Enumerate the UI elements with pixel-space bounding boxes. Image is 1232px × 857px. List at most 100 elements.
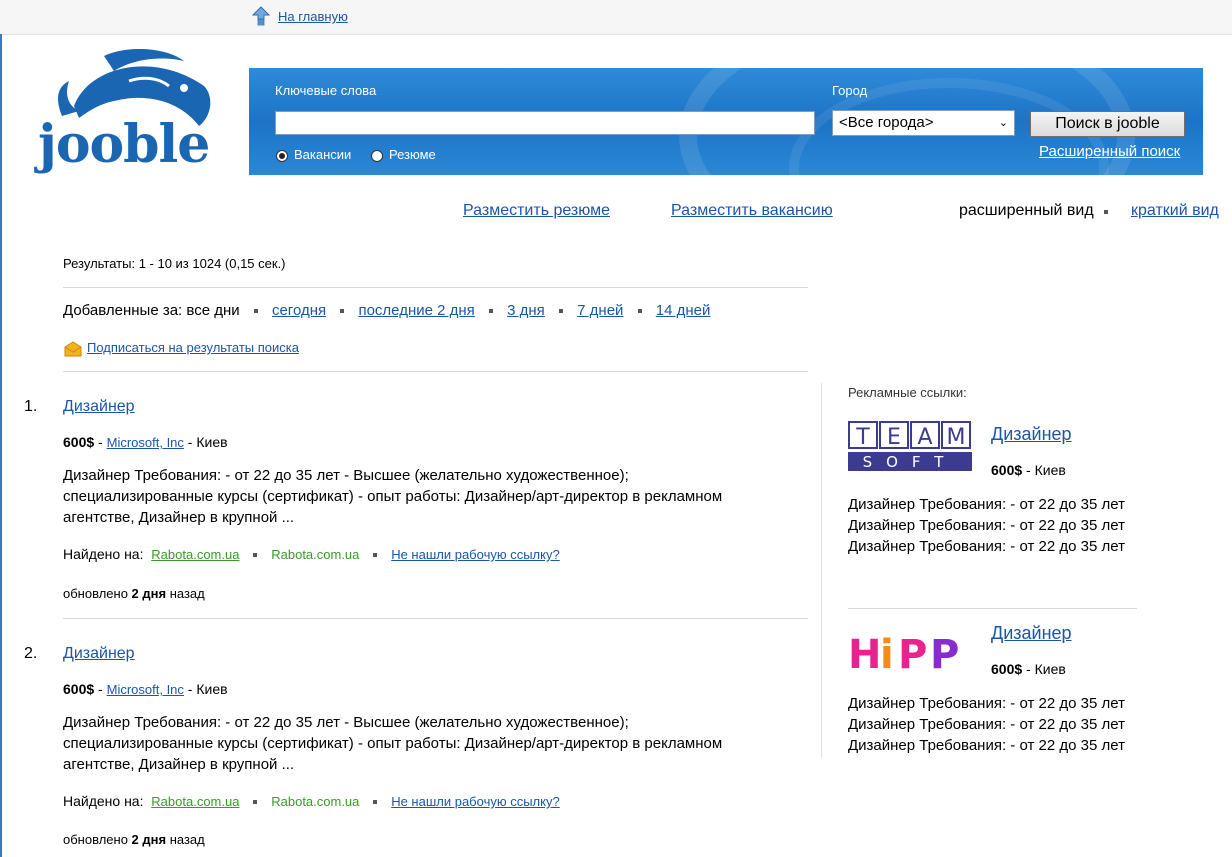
bullet-separator [340, 309, 345, 314]
ad-title-link[interactable]: Дизайнер [991, 623, 1072, 644]
result-salary: 600$ [63, 434, 95, 450]
result-number: 1. [24, 398, 38, 415]
home-arrow-icon[interactable] [252, 6, 270, 26]
ad-line: Дизайнер Требования: - от 22 до 35 лет [848, 716, 1125, 733]
source-link[interactable]: Rabota.com.ua [151, 794, 239, 809]
radio-resumes-label: Резюме [389, 147, 436, 162]
ad-city: - Киев [1022, 661, 1066, 677]
separator: - [94, 681, 107, 697]
ad-item: T E A M SOFT Дизайнер 600$ - Киев Дизайн… [848, 420, 1148, 570]
top-bar: На главную [0, 0, 1232, 35]
hipp-logo[interactable]: H i P P [848, 626, 968, 676]
hipp-logo-p1: P [898, 632, 927, 676]
ad-line: Дизайнер Требования: - от 22 до 35 лет [848, 517, 1125, 534]
result-updated: обновлено 2 дня назад [63, 832, 205, 847]
updated-suffix: назад [169, 586, 205, 601]
updated-prefix: обновлено [63, 832, 128, 847]
result-description: Дизайнер Требования: - от 22 до 35 лет -… [63, 467, 723, 526]
keywords-input[interactable] [275, 111, 815, 135]
result-title-link[interactable]: Дизайнер [63, 398, 135, 416]
radio-vacancies[interactable] [276, 150, 288, 162]
post-vacancy-link[interactable]: Разместить вакансию [671, 202, 833, 220]
result-title-link[interactable]: Дизайнер [63, 645, 135, 663]
result-description: Дизайнер Требования: - от 22 до 35 лет -… [63, 714, 723, 773]
bullet-separator [253, 309, 258, 314]
result-company-link[interactable]: Microsoft, Inc [107, 435, 184, 450]
bullet-separator [373, 800, 378, 805]
result-meta: 600$ - Microsoft, Inc - Киев [63, 681, 228, 697]
divider [848, 608, 1137, 609]
ad-salary: 600$ - Киев [991, 661, 1066, 677]
teamsoft-logo-bottom: SOFT [863, 453, 958, 471]
divider [63, 287, 808, 288]
teamsoft-logo-top-2: E [887, 425, 901, 450]
filter-7days-link[interactable]: 7 дней [577, 302, 623, 319]
ad-line: Дизайнер Требования: - от 22 до 35 лет [848, 737, 1125, 754]
result-sources: Найдено на: Rabota.com.ua Rabota.com.ua … [63, 546, 560, 562]
result-company-link[interactable]: Microsoft, Inc [107, 682, 184, 697]
date-filter-label: Добавленные за: все дни [63, 302, 240, 319]
radio-vacancies-label: Вакансии [294, 147, 352, 162]
result-sources: Найдено на: Rabota.com.ua Rabota.com.ua … [63, 793, 560, 809]
jooble-logo[interactable]: jooble [34, 46, 224, 186]
search-button[interactable]: Поиск в jooble [1030, 111, 1185, 137]
ad-line: Дизайнер Требования: - от 22 до 35 лет [848, 538, 1125, 555]
filter-2days-link[interactable]: последние 2 дня [358, 302, 474, 319]
filter-today-link[interactable]: сегодня [272, 302, 326, 319]
teamsoft-logo[interactable]: T E A M SOFT [848, 420, 972, 472]
ad-salary-value: 600$ [991, 661, 1023, 677]
separator: - [94, 434, 107, 450]
hipp-logo-h: H [848, 632, 881, 676]
bullet-separator [253, 553, 258, 558]
separator: - [183, 681, 197, 697]
subscribe-link[interactable]: Подписаться на результаты поиска [87, 340, 299, 355]
updated-value: 2 дня [131, 586, 167, 601]
report-link[interactable]: Не нашли рабочую ссылку? [391, 794, 560, 809]
ad-title-link[interactable]: Дизайнер [991, 424, 1072, 445]
bullet-separator [373, 553, 378, 558]
divider [63, 618, 808, 619]
filter-3days-link[interactable]: 3 дня [507, 302, 545, 319]
hipp-logo-p2: P [930, 632, 959, 676]
result-meta: 600$ - Microsoft, Inc - Киев [63, 434, 228, 450]
source-link[interactable]: Rabota.com.ua [151, 547, 239, 562]
hipp-logo-i: i [880, 632, 894, 676]
radio-resumes[interactable] [371, 150, 383, 162]
keywords-label: Ключевые слова [275, 83, 377, 98]
search-panel: Ключевые слова Город <Все города> ⌄ Поис… [249, 68, 1203, 175]
result-number: 2. [24, 645, 38, 662]
result-updated: обновлено 2 дня назад [63, 586, 205, 601]
ads-header: Рекламные ссылки: [848, 385, 967, 400]
teamsoft-logo-top-3: A [917, 425, 932, 450]
teamsoft-logo-top-1: T [855, 425, 870, 450]
filter-14days-link[interactable]: 14 дней [656, 302, 711, 319]
updated-value: 2 дня [131, 832, 167, 847]
ad-item: H i P P Дизайнер 600$ - Киев Дизайнер Тр… [848, 620, 1148, 770]
short-view-link[interactable]: краткий вид [1131, 202, 1219, 220]
source-link[interactable]: Rabota.com.ua [271, 547, 359, 562]
ad-line: Дизайнер Требования: - от 22 до 35 лет [848, 496, 1125, 513]
ad-salary: 600$ - Киев [991, 462, 1066, 478]
advanced-search-link[interactable]: Расширенный поиск [1039, 143, 1180, 160]
updated-suffix: назад [169, 832, 205, 847]
ad-salary-value: 600$ [991, 462, 1023, 478]
source-link[interactable]: Rabota.com.ua [271, 794, 359, 809]
teamsoft-logo-top-4: M [947, 425, 966, 450]
city-select[interactable]: <Все города> ⌄ [832, 110, 1015, 136]
result-city: Киев [196, 434, 228, 450]
post-resume-link[interactable]: Разместить резюме [463, 202, 610, 220]
bullet-separator [253, 800, 258, 805]
logo-wordmark: jooble [38, 114, 210, 175]
separator: - [183, 434, 197, 450]
report-link[interactable]: Не нашли рабочую ссылку? [391, 547, 560, 562]
bullet-separator [637, 309, 642, 314]
found-label: Найдено на: [63, 546, 144, 562]
bullet-separator [488, 309, 493, 314]
ad-city: - Киев [1022, 462, 1066, 478]
bullet-separator [558, 309, 563, 314]
result-salary: 600$ [63, 681, 95, 697]
date-filter-row: Добавленные за: все дни сегодня последни… [63, 302, 710, 319]
ads-divider [821, 383, 822, 758]
home-link[interactable]: На главную [278, 9, 348, 24]
divider [63, 371, 808, 372]
